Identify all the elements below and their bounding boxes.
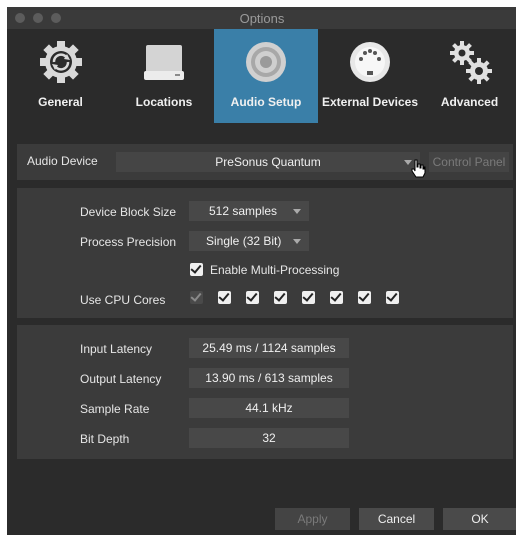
tab-audio-setup-label: Audio Setup [230, 95, 302, 109]
precision-label: Process Precision [80, 235, 177, 249]
tab-advanced[interactable]: Advanced [422, 29, 516, 123]
cpu-core-checkbox[interactable] [330, 290, 343, 304]
block-size-dropdown[interactable]: 512 samples [189, 201, 309, 221]
input-latency-value: 25.49 ms / 1124 samples [189, 338, 349, 358]
ok-button[interactable]: OK [443, 508, 516, 530]
output-latency-label: Output Latency [80, 372, 162, 386]
tab-external-devices-label: External Devices [321, 95, 419, 109]
multiprocessing-checkbox[interactable] [190, 262, 203, 276]
midi-port-icon [350, 42, 390, 82]
tab-advanced-label: Advanced [440, 95, 499, 109]
cpu-core-checkbox[interactable] [274, 290, 287, 304]
cpu-core-checkbox [190, 290, 203, 304]
gear-refresh-icon [39, 41, 82, 83]
tab-locations[interactable]: Locations [114, 29, 214, 123]
precision-dropdown[interactable]: Single (32 Bit) [189, 231, 309, 251]
apply-button[interactable]: Apply [275, 508, 350, 530]
chevron-down-icon [293, 209, 301, 214]
title-bar: Options [7, 7, 516, 30]
sample-rate-value: 44.1 kHz [189, 398, 349, 418]
bit-depth-label: Bit Depth [80, 432, 130, 446]
cpu-core-checkbox[interactable] [218, 290, 231, 304]
multiprocessing-label: Enable Multi-Processing [210, 263, 340, 277]
speaker-icon [246, 42, 286, 82]
output-latency-value: 13.90 ms / 613 samples [189, 368, 349, 388]
cpu-core-checkbox[interactable] [302, 290, 315, 304]
audio-device-panel: Audio Device PreSonus Quantum Control Pa… [17, 144, 513, 180]
control-panel-button[interactable]: Control Panel [429, 152, 509, 172]
cpu-cores-label: Use CPU Cores [80, 293, 166, 307]
window-title: Options [239, 11, 285, 26]
processing-settings-panel: Device Block Size 512 samples Process Pr… [17, 188, 513, 318]
audio-device-value: PreSonus Quantum [215, 155, 321, 169]
sample-rate-label: Sample Rate [80, 402, 150, 416]
audio-device-dropdown[interactable]: PreSonus Quantum [116, 152, 420, 172]
latency-info-panel: Input Latency 25.49 ms / 1124 samples Ou… [17, 325, 513, 459]
precision-value: Single (32 Bit) [206, 234, 282, 248]
cpu-core-checkbox[interactable] [246, 290, 259, 304]
block-size-label: Device Block Size [80, 205, 177, 219]
options-window: Options General Locations Audio Setup Ex… [7, 7, 516, 535]
tab-bar: General Locations Audio Setup External D… [7, 29, 516, 123]
tab-general[interactable]: General [7, 29, 114, 123]
chevron-down-icon [293, 239, 301, 244]
tab-audio-setup[interactable]: Audio Setup [214, 29, 318, 123]
tab-general-label: General [38, 95, 83, 109]
bit-depth-value: 32 [189, 428, 349, 448]
block-size-value: 512 samples [209, 204, 278, 218]
cpu-core-checkbox[interactable] [358, 290, 371, 304]
gears-icon [449, 41, 492, 84]
cpu-core-checkbox[interactable] [386, 290, 399, 304]
tab-locations-label: Locations [135, 95, 193, 109]
tab-external-devices[interactable]: External Devices [318, 29, 422, 123]
audio-device-label: Audio Device [27, 154, 98, 168]
drive-icon [144, 45, 184, 80]
hand-cursor-icon [411, 159, 426, 178]
input-latency-label: Input Latency [80, 342, 153, 356]
cancel-button[interactable]: Cancel [359, 508, 434, 530]
